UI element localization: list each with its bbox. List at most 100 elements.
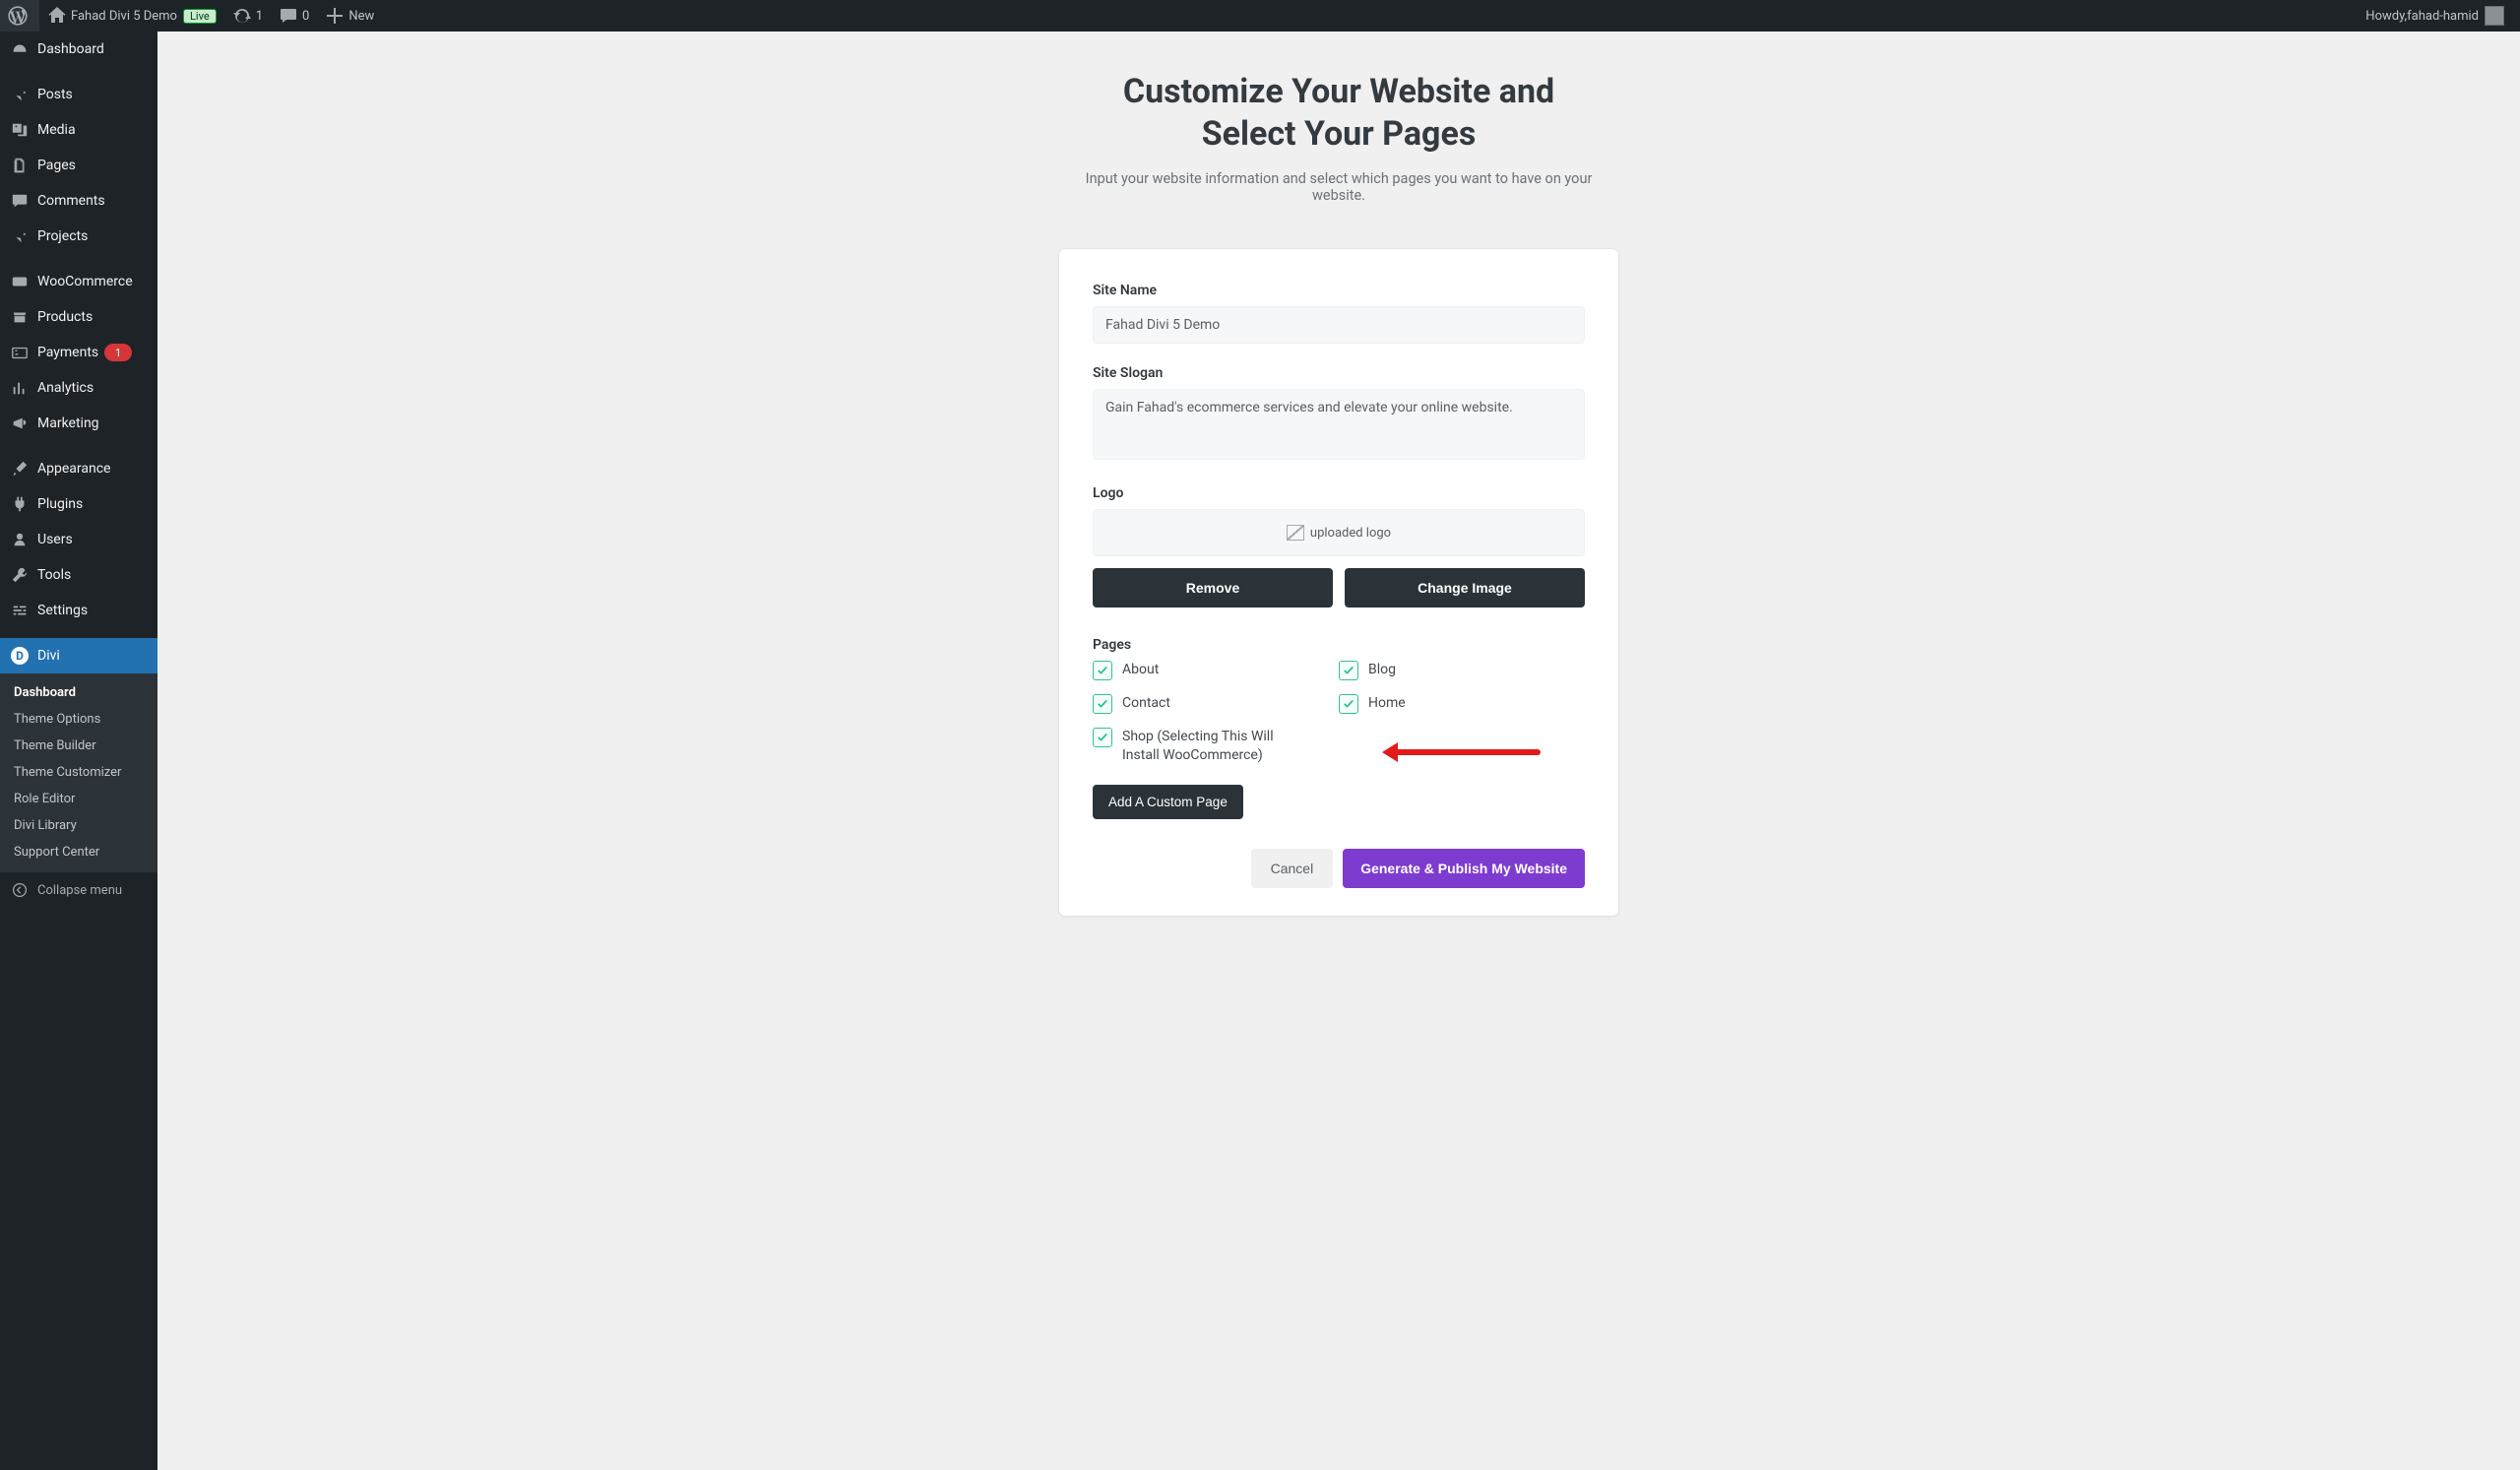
- sidebar-subitem[interactable]: Divi Library: [0, 812, 158, 839]
- sidebar-subitem[interactable]: Role Editor: [0, 786, 158, 812]
- adminbar-site-name[interactable]: Fahad Divi 5 Demo Live: [39, 0, 224, 32]
- sidebar-item-analytics[interactable]: Analytics: [0, 370, 158, 406]
- sidebar-item-label: Appearance: [37, 461, 110, 477]
- adminbar-updates-count: 1: [256, 10, 263, 23]
- wizard-title: Customize Your Website and Select Your P…: [1063, 71, 1614, 155]
- logo-alt-text: uploaded logo: [1310, 526, 1391, 541]
- site-name-input[interactable]: [1093, 306, 1585, 344]
- content-area: Customize Your Website and Select Your P…: [158, 32, 2520, 1470]
- wizard-title-line1: Customize Your Website and: [1123, 72, 1554, 111]
- adminbar-account[interactable]: Howdy, fahad-hamid: [2358, 0, 2512, 32]
- sidebar-subitem[interactable]: Theme Builder: [0, 733, 158, 759]
- media-icon: [10, 120, 30, 140]
- sidebar-item-label: Plugins: [37, 496, 83, 512]
- add-custom-page-button[interactable]: Add A Custom Page: [1093, 785, 1243, 819]
- adminbar-wp-logo[interactable]: [0, 0, 39, 32]
- sidebar-item-products[interactable]: Products: [0, 299, 158, 335]
- admin-sidebar: Dashboard Posts Media Pages Comments Projects…: [0, 32, 158, 1470]
- broken-image-icon: uploaded logo: [1287, 525, 1391, 541]
- page-checkbox[interactable]: Contact: [1093, 694, 1339, 714]
- sidebar-item-label: Products: [37, 309, 93, 325]
- sidebar-item-label: Pages: [37, 158, 76, 173]
- sidebar-item-pages[interactable]: Pages: [0, 148, 158, 183]
- sliders-icon: [10, 601, 30, 620]
- site-slogan-input[interactable]: [1093, 389, 1585, 460]
- pin-icon: [10, 226, 30, 246]
- sidebar-item-label: Payments: [37, 345, 98, 360]
- check-icon: [1093, 728, 1112, 747]
- page-checkbox-label: Contact: [1122, 694, 1170, 713]
- page-checkbox-label: Home: [1368, 694, 1406, 713]
- sidebar-item-label: WooCommerce: [37, 274, 133, 289]
- sidebar-item-marketing[interactable]: Marketing: [0, 406, 158, 441]
- sidebar-item-projects[interactable]: Projects: [0, 219, 158, 254]
- page-checkbox[interactable]: Shop (Selecting This Will Install WooCom…: [1093, 728, 1339, 765]
- chart-icon: [10, 378, 30, 398]
- check-icon: [1339, 694, 1358, 714]
- sidebar-item-divi[interactable]: DDivi: [0, 638, 158, 673]
- collapse-menu[interactable]: Collapse menu: [0, 871, 158, 908]
- sidebar-subitem[interactable]: Support Center: [0, 839, 158, 865]
- sidebar-item-label: Posts: [37, 87, 73, 102]
- cancel-button[interactable]: Cancel: [1251, 849, 1334, 888]
- adminbar-updates[interactable]: 1: [224, 0, 271, 32]
- generate-publish-button[interactable]: Generate & Publish My Website: [1343, 849, 1585, 888]
- check-icon: [1093, 661, 1112, 680]
- page-checkbox-label: Blog: [1368, 661, 1396, 679]
- sidebar-item-label: Users: [37, 532, 73, 547]
- wrench-icon: [10, 565, 30, 585]
- pages-icon: [10, 156, 30, 175]
- page-checkbox-label: About: [1122, 661, 1159, 679]
- dashboard-icon: [10, 39, 30, 59]
- sidebar-item-plugins[interactable]: Plugins: [0, 486, 158, 522]
- adminbar-new-label: New: [348, 10, 374, 23]
- adminbar-comments[interactable]: 0: [271, 0, 317, 32]
- remove-logo-button[interactable]: Remove: [1093, 568, 1333, 607]
- wordpress-icon: [8, 6, 28, 26]
- sidebar-item-payments[interactable]: Payments 1: [0, 335, 158, 370]
- page-checkbox-label: Shop (Selecting This Will Install WooCom…: [1122, 728, 1290, 765]
- sidebar-item-tools[interactable]: Tools: [0, 557, 158, 593]
- sidebar-item-users[interactable]: Users: [0, 522, 158, 557]
- page-checkbox[interactable]: Blog: [1339, 661, 1585, 680]
- sidebar-item-label: Media: [37, 122, 76, 138]
- sidebar-subitem[interactable]: Theme Options: [0, 706, 158, 733]
- avatar: [2485, 6, 2504, 26]
- sidebar-submenu-divi: DashboardTheme OptionsTheme BuilderTheme…: [0, 673, 158, 871]
- sidebar-subitem[interactable]: Theme Customizer: [0, 759, 158, 786]
- adminbar-new[interactable]: New: [317, 0, 382, 32]
- sidebar-subitem[interactable]: Dashboard: [0, 679, 158, 706]
- site-name-label: Site Name: [1093, 283, 1585, 298]
- sidebar-item-settings[interactable]: Settings: [0, 593, 158, 628]
- woo-icon: [10, 272, 30, 291]
- logo-label: Logo: [1093, 485, 1585, 501]
- comment-icon: [279, 6, 298, 26]
- howdy-prefix: Howdy,: [2365, 10, 2407, 23]
- admin-bar: Fahad Divi 5 Demo Live 1 0 New Howdy, fa…: [0, 0, 2520, 32]
- sidebar-item-comments[interactable]: Comments: [0, 183, 158, 219]
- live-badge: Live: [183, 9, 217, 24]
- sidebar-badge: 1: [104, 344, 132, 361]
- comment-icon: [10, 191, 30, 211]
- sidebar-item-label: Dashboard: [37, 41, 104, 57]
- page-checkbox[interactable]: About: [1093, 661, 1339, 680]
- pages-label: Pages: [1093, 637, 1585, 653]
- sidebar-item-media[interactable]: Media: [0, 112, 158, 148]
- sidebar-item-dashboard[interactable]: Dashboard: [0, 32, 158, 67]
- sidebar-item-label: Analytics: [37, 380, 94, 396]
- card-icon: [10, 343, 30, 362]
- adminbar-comments-count: 0: [302, 10, 309, 23]
- sidebar-item-woocommerce[interactable]: WooCommerce: [0, 264, 158, 299]
- logo-preview: uploaded logo: [1093, 509, 1585, 556]
- refresh-icon: [232, 6, 252, 26]
- page-checkbox[interactable]: Home: [1339, 694, 1585, 714]
- sidebar-item-posts[interactable]: Posts: [0, 77, 158, 112]
- wizard-title-line2: Select Your Pages: [1202, 114, 1477, 154]
- sidebar-item-appearance[interactable]: Appearance: [0, 451, 158, 486]
- sidebar-item-label: Comments: [37, 193, 105, 209]
- check-icon: [1339, 661, 1358, 680]
- change-image-button[interactable]: Change Image: [1345, 568, 1585, 607]
- sidebar-item-label: Tools: [37, 567, 71, 583]
- megaphone-icon: [10, 414, 30, 433]
- collapse-icon: [10, 880, 30, 900]
